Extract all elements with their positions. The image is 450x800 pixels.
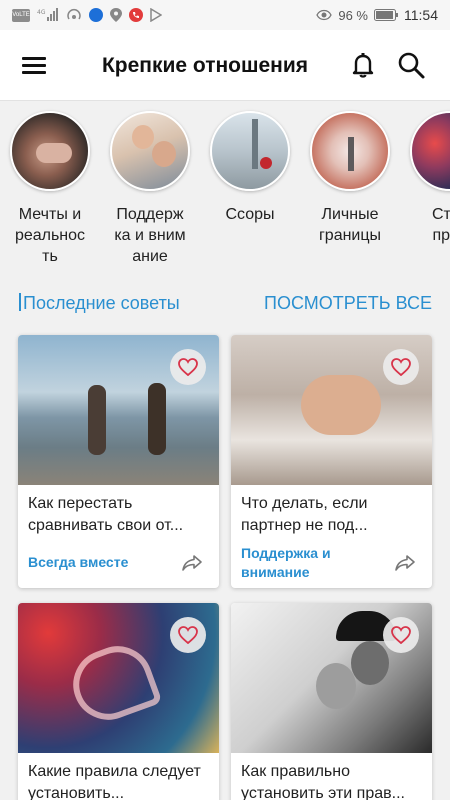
call-icon <box>129 8 143 22</box>
volte-icon: VoLTE <box>12 8 30 22</box>
messenger-icon <box>89 8 103 22</box>
category-label: Ссоры <box>225 206 275 223</box>
category-image <box>210 111 290 191</box>
category-dreams[interactable]: Мечты и реальнос ть <box>0 111 100 267</box>
section-title: Последние советы <box>19 293 180 314</box>
status-bar: VoLTE 4G 96 % 11:54 <box>0 0 450 30</box>
category-label: Личные границы <box>318 206 382 244</box>
battery-icon <box>374 9 398 21</box>
heart-icon <box>178 358 198 376</box>
category-image <box>110 111 190 191</box>
category-label: Мечты и реальнос ть <box>14 206 86 265</box>
bell-icon[interactable] <box>348 50 378 80</box>
heart-icon <box>178 626 198 644</box>
article-title[interactable]: Какие правила следует установить... <box>28 761 213 800</box>
favorite-button[interactable] <box>383 349 419 385</box>
article-title[interactable]: Как правильно установить эти прав... <box>241 761 426 800</box>
favorite-button[interactable] <box>170 349 206 385</box>
article-card[interactable]: Что делать, если партнер не под... Подде… <box>231 335 432 588</box>
article-card[interactable]: Как перестать сравнивать свои от... Всег… <box>18 335 219 588</box>
see-all-link[interactable]: ПОСМОТРЕТЬ ВСЕ <box>264 293 432 314</box>
heart-icon <box>391 626 411 644</box>
article-card[interactable]: Какие правила следует установить... <box>18 603 219 800</box>
battery-percent: 96 % <box>338 7 368 23</box>
category-label: Поддерж ка и вним ание <box>114 206 186 265</box>
category-image <box>410 111 450 191</box>
play-icon <box>150 8 162 22</box>
favorite-button[interactable] <box>170 617 206 653</box>
clock: 11:54 <box>404 7 438 23</box>
article-category[interactable]: Всегда вместе <box>28 553 128 572</box>
article-category[interactable]: Поддержка и внимание <box>241 544 371 582</box>
category-image <box>10 111 90 191</box>
hotspot-icon <box>67 9 81 20</box>
share-icon[interactable] <box>394 552 416 574</box>
app-bar: Крепкие отношения <box>0 30 450 101</box>
favorite-button[interactable] <box>383 617 419 653</box>
location-icon <box>110 8 122 22</box>
category-boundaries[interactable]: Личные границы <box>300 111 400 246</box>
article-title[interactable]: Как перестать сравнивать свои от... <box>28 493 213 537</box>
share-icon[interactable] <box>181 552 203 574</box>
search-icon[interactable] <box>396 50 426 80</box>
category-rules[interactable]: Став прав <box>400 111 450 246</box>
signal-icon: 4G <box>37 8 58 21</box>
svg-text:4G: 4G <box>37 9 46 16</box>
article-title[interactable]: Что делать, если партнер не под... <box>241 493 426 537</box>
category-image <box>310 111 390 191</box>
eye-icon <box>316 9 333 21</box>
category-label: Став прав <box>431 206 450 244</box>
article-card[interactable]: Как правильно установить эти прав... <box>231 603 432 800</box>
category-carousel[interactable]: Мечты и реальнос ть Поддерж ка и вним ан… <box>0 101 450 276</box>
category-quarrels[interactable]: Ссоры <box>200 111 300 225</box>
heart-icon <box>391 358 411 376</box>
category-support[interactable]: Поддерж ка и вним ание <box>100 111 200 267</box>
